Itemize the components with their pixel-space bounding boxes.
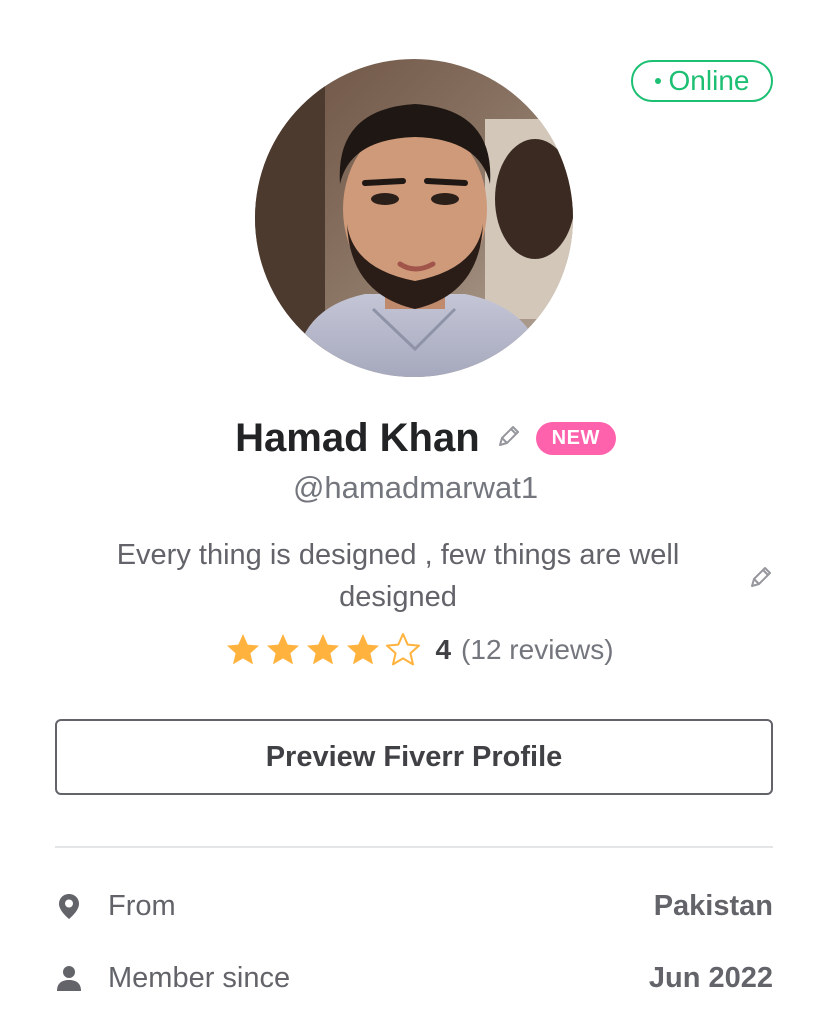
avatar[interactable] [255, 59, 573, 377]
edit-name-pencil-icon[interactable] [496, 423, 522, 454]
from-value: Pakistan [653, 889, 773, 922]
profile-tagline: Every thing is designed , few things are… [116, 539, 680, 613]
rating-row: 4 (12 reviews) [0, 628, 831, 672]
online-status-badge: Online [631, 60, 773, 102]
preview-profile-button[interactable]: Preview Fiverr Profile [55, 719, 773, 795]
avatar-photo-icon [255, 59, 573, 377]
info-row-from: From Pakistan [55, 884, 773, 928]
rating-stars [225, 632, 425, 668]
profile-name: Hamad Khan [235, 415, 480, 460]
star-filled-icon [267, 634, 300, 665]
star-filled-icon [347, 634, 380, 665]
star-empty-icon [386, 633, 421, 666]
rating-value: 4 [435, 634, 452, 665]
user-icon [57, 966, 81, 991]
location-pin-icon [59, 894, 79, 919]
new-seller-badge: NEW [535, 421, 616, 455]
star-filled-icon [307, 634, 340, 665]
info-row-member-since: Member since Jun 2022 [55, 956, 773, 1000]
member-since-value: Jun 2022 [648, 961, 773, 994]
star-filled-icon [227, 634, 260, 665]
review-count[interactable]: (12 reviews) [461, 634, 613, 666]
online-status-label: Online [668, 65, 750, 96]
divider [55, 846, 773, 848]
edit-tagline-pencil-icon[interactable] [748, 564, 774, 595]
profile-username: @hamadmarwat1 [292, 470, 539, 505]
member-since-label: Member since [108, 961, 291, 994]
profile-card: Online Hamad Khan NEW @hamadmarwat1 Ever… [0, 0, 831, 1031]
from-label: From [108, 889, 176, 922]
name-row: Hamad Khan NEW [0, 408, 831, 468]
online-dot-icon [654, 78, 661, 84]
